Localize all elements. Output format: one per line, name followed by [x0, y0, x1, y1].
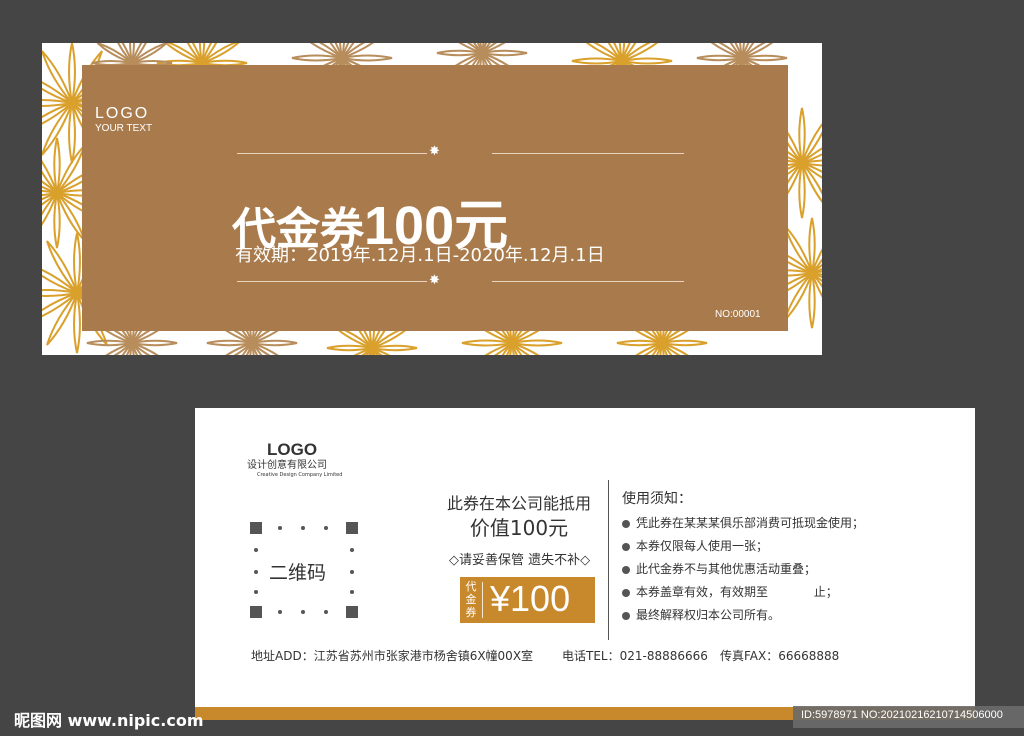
phone: 电话TEL：021-88886666	[562, 649, 708, 663]
flower-petal	[808, 272, 816, 329]
bottom-right-rule	[492, 281, 684, 282]
qr-dot	[324, 610, 328, 614]
serial-number: NO:00001	[715, 309, 761, 320]
usage-value: 价值100元	[469, 516, 569, 540]
qr-corner	[346, 522, 358, 534]
flower-petal	[42, 102, 73, 156]
back-logo: LOGO 设计创意有限公司 Creative Design Company Li…	[247, 440, 342, 479]
notice-text: 最终解释权归本公司所有。	[636, 608, 781, 622]
flower-petal	[571, 57, 623, 65]
flower-petal	[68, 102, 76, 164]
coupon-front: LOGO YOUR TEXT ✸ 代金券100元 有效期：2019年.12月.1…	[42, 43, 822, 355]
usage-text: 此券在本公司能抵用	[446, 494, 591, 513]
qr-dot	[254, 548, 258, 552]
flower-petal	[621, 57, 673, 65]
qr-dot	[350, 548, 354, 552]
fax: 传真FAX：66668888	[720, 649, 840, 663]
qr-dot	[278, 610, 282, 614]
star-icon: ✸	[429, 144, 440, 159]
address: 地址ADD：江苏省苏州市张家港市杨舍镇6X幢00X室	[251, 649, 534, 663]
flower-petal	[798, 107, 806, 164]
keep-note: ◇请妥善保管 遗失不补◇	[449, 553, 591, 568]
flower-petal	[291, 54, 343, 62]
section-divider	[608, 480, 609, 640]
qr-corner	[250, 606, 262, 618]
qr-dot	[254, 570, 258, 574]
flower-petal	[56, 192, 86, 242]
bullet-icon	[622, 542, 630, 551]
flower-petal	[42, 102, 73, 125]
notice-item: 凭此券在某某某俱乐部消费可抵现金使用；	[622, 512, 864, 535]
flower-petal	[73, 292, 81, 354]
notice-title: 使用须知：	[622, 491, 692, 507]
qr-dot	[254, 590, 258, 594]
flower-petal	[53, 137, 61, 194]
flower-petal	[42, 50, 73, 104]
notice-text: 本券仅限每人使用一张；	[636, 539, 769, 553]
notice-item: 最终解释权归本公司所有。	[622, 604, 864, 627]
bullet-icon	[622, 588, 630, 597]
flower-petal	[68, 43, 76, 104]
validity-period: 有效期：2019年.12月.1日-2020年.12月.1日	[235, 245, 605, 266]
notice-text: 本券盖章有效，有效期至 止；	[636, 585, 838, 599]
qr-dot	[301, 610, 305, 614]
top-left-rule	[237, 153, 427, 154]
logo-text: LOGO	[95, 105, 150, 122]
mini-coupon-amount: ¥100	[490, 578, 571, 619]
notice-text: 此代金券不与其他优惠活动重叠；	[636, 562, 817, 576]
qr-dot	[324, 526, 328, 530]
mini-coupon-label: 代金券	[465, 580, 477, 619]
flower-petal	[46, 292, 78, 346]
notice-list: 凭此券在某某某俱乐部消费可抵现金使用； 本券仅限每人使用一张； 此代金券不与其他…	[622, 512, 864, 627]
qr-dot	[350, 570, 354, 574]
flower-petal	[96, 43, 133, 64]
back-logo-text: LOGO	[267, 440, 318, 459]
front-panel: LOGO YOUR TEXT ✸ 代金券100元 有效期：2019年.12月.1…	[82, 65, 788, 331]
flower-petal	[783, 224, 813, 274]
company-name: 设计创意有限公司	[247, 460, 327, 471]
watermark-id: ID:5978971 NO:20210216210714506000	[801, 709, 1003, 721]
front-logo: LOGO YOUR TEXT	[95, 105, 152, 134]
notice-item: 本券盖章有效，有效期至 止；	[622, 581, 864, 604]
flower-petal	[511, 339, 563, 347]
logo-subtext: YOUR TEXT	[95, 123, 153, 134]
flower-petal	[53, 192, 61, 249]
flower-petal	[783, 272, 813, 322]
qr-corner	[346, 606, 358, 618]
qr-label: 二维码	[269, 562, 327, 584]
bullet-icon	[622, 611, 630, 620]
qr-dot	[350, 590, 354, 594]
flower-petal	[798, 162, 806, 219]
notice-item: 此代金券不与其他优惠活动重叠；	[622, 558, 864, 581]
qr-dot	[278, 526, 282, 530]
flower-petal	[46, 240, 78, 294]
qr-dot	[301, 526, 305, 530]
bottom-left-rule	[237, 281, 427, 282]
bullet-icon	[622, 565, 630, 574]
notice-text: 凭此券在某某某俱乐部消费可抵现金使用；	[636, 516, 865, 530]
star-icon: ✸	[429, 273, 440, 288]
qr-corner	[250, 522, 262, 534]
mini-coupon-divider	[482, 582, 483, 618]
watermark-site: 昵图网 www.nipic.com	[14, 711, 204, 730]
notice-item: 本券仅限每人使用一张；	[622, 535, 864, 558]
coupon-back: LOGO 设计创意有限公司 Creative Design Company Li…	[195, 408, 975, 720]
top-right-rule	[492, 153, 684, 154]
mini-coupon-badge: 代金券 ¥100	[460, 577, 595, 623]
company-name-en: Creative Design Company Limited	[257, 472, 343, 478]
flower-petal	[461, 339, 513, 347]
flower-petal	[808, 217, 816, 274]
flower-petal	[131, 43, 168, 64]
bullet-icon	[622, 519, 630, 528]
flower-petal	[73, 232, 81, 294]
flower-petal	[341, 54, 393, 62]
